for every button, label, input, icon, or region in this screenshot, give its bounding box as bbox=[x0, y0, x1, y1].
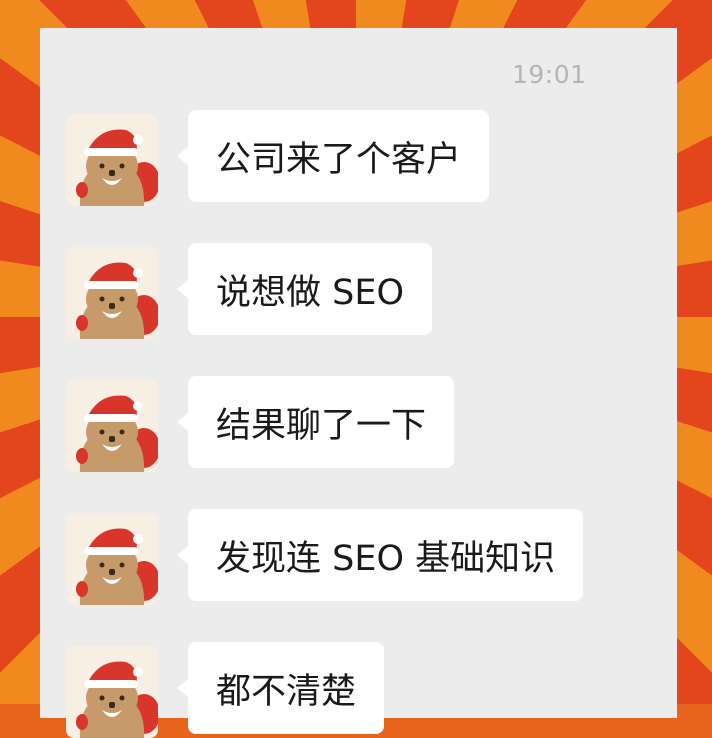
capybara-santa-avatar[interactable] bbox=[66, 646, 158, 738]
chat-message: 公司来了个客户 bbox=[66, 110, 666, 206]
message-bubble[interactable]: 说想做 SEO bbox=[176, 243, 433, 335]
capybara-santa-avatar[interactable] bbox=[66, 247, 158, 339]
message-timestamp: 19:01 bbox=[512, 60, 587, 89]
chat-message: 说想做 SEO bbox=[66, 243, 666, 339]
message-bubble[interactable]: 都不清楚 bbox=[176, 642, 385, 734]
capybara-santa-avatar[interactable] bbox=[66, 114, 158, 206]
capybara-santa-avatar[interactable] bbox=[66, 380, 158, 472]
message-bubble[interactable]: 发现连 SEO 基础知识 bbox=[176, 509, 584, 601]
message-bubble[interactable]: 公司来了个客户 bbox=[176, 110, 490, 202]
chat-message: 结果聊了一下 bbox=[66, 376, 666, 472]
chat-message: 都不清楚 bbox=[66, 642, 666, 738]
chat-message: 发现连 SEO 基础知识 bbox=[66, 509, 666, 605]
message-bubble[interactable]: 结果聊了一下 bbox=[176, 376, 455, 468]
capybara-santa-avatar[interactable] bbox=[66, 513, 158, 605]
